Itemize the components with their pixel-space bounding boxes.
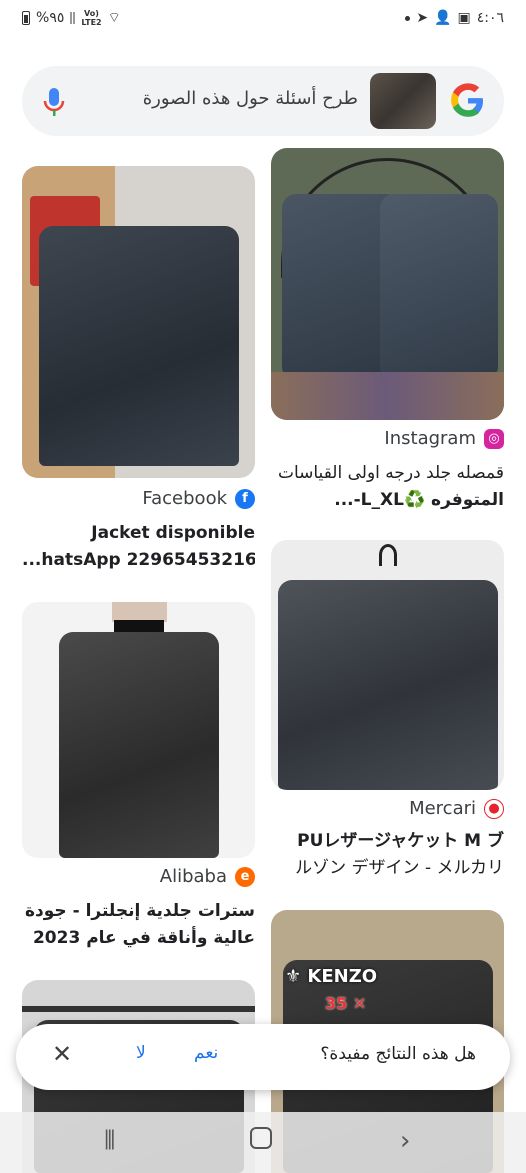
result-image-facebook[interactable] bbox=[22, 166, 255, 478]
add-user-icon: 👤 bbox=[434, 10, 452, 26]
clock: ٤:٠٦ bbox=[476, 10, 504, 26]
result-source-facebook[interactable]: Facebook f bbox=[22, 488, 255, 509]
feedback-yes-button[interactable]: نعم bbox=[194, 1043, 218, 1063]
result-image-mercari[interactable] bbox=[271, 540, 504, 790]
result-source-mercari[interactable]: Mercari ● bbox=[271, 798, 504, 819]
battery-icon bbox=[22, 11, 30, 25]
notification-dot bbox=[405, 15, 411, 21]
mercari-icon: ● bbox=[484, 798, 504, 819]
result-source-alibaba[interactable]: Alibaba e bbox=[22, 866, 255, 887]
jacket-image bbox=[38, 226, 239, 466]
navigation-bar: ⦀ › bbox=[0, 1112, 526, 1173]
close-icon[interactable]: ✕ bbox=[52, 1040, 72, 1068]
home-icon[interactable] bbox=[250, 1126, 272, 1156]
kenzo-label: ⚜ KENZO bbox=[285, 966, 378, 987]
instagram-icon: ◎ bbox=[484, 428, 504, 449]
recent-apps-icon[interactable]: ⦀ bbox=[104, 1126, 115, 1157]
rug bbox=[271, 372, 504, 420]
hanger-rail bbox=[22, 1006, 255, 1012]
network-label: Vo) LTE2 bbox=[81, 9, 102, 27]
search-placeholder[interactable]: طرح أسئلة حول هذه الصورة bbox=[143, 88, 358, 109]
battery-percent: %٩٥ bbox=[36, 10, 65, 26]
mic-icon[interactable] bbox=[42, 86, 66, 118]
result-image-instagram[interactable] bbox=[271, 148, 504, 420]
feedback-no-button[interactable]: لا bbox=[136, 1043, 146, 1063]
search-bar[interactable]: طرح أسئلة حول هذه الصورة bbox=[22, 66, 504, 136]
jacket-image bbox=[58, 632, 219, 858]
facebook-icon: f bbox=[235, 488, 255, 509]
telegram-icon: ➤ bbox=[416, 10, 429, 26]
result-image-alibaba[interactable] bbox=[22, 602, 255, 858]
query-image-thumbnail[interactable] bbox=[370, 73, 436, 129]
jacket-image bbox=[277, 580, 498, 790]
feedback-question: هل هذه النتائج مفيدة؟ bbox=[320, 1044, 476, 1064]
google-logo bbox=[451, 83, 483, 117]
alibaba-icon: e bbox=[235, 866, 255, 887]
back-icon[interactable]: › bbox=[400, 1126, 410, 1156]
gallery-icon: ▣ bbox=[457, 10, 471, 26]
signal-icon bbox=[70, 12, 76, 24]
result-title-mercari[interactable]: PUレザージャケット M ブ ルゾン デザイン - メルカリ bbox=[271, 828, 504, 882]
hanger-hook bbox=[379, 544, 397, 566]
result-title-instagram[interactable]: قمصله جلد درجه اولى القياسات المتوفره ♻️… bbox=[271, 460, 504, 514]
jacket-image bbox=[379, 194, 498, 374]
result-title-facebook[interactable]: Jacket disponible ...hatsApp 22965453216 bbox=[22, 520, 255, 574]
result-source-instagram[interactable]: Instagram ◎ bbox=[271, 428, 504, 449]
wifi-icon: ⌔ bbox=[107, 10, 121, 26]
model-head bbox=[112, 602, 167, 622]
kenzo-price: 35 ✕ bbox=[325, 994, 367, 1013]
feedback-card: هل هذه النتائج مفيدة؟ نعم لا ✕ bbox=[16, 1024, 510, 1090]
result-title-alibaba[interactable]: سترات جلدية إنجلترا - جودة عالية وأناقة … bbox=[22, 898, 255, 952]
status-bar: %٩٥ Vo) LTE2 ⌔ ➤ 👤 ▣ ٤:٠٦ bbox=[0, 0, 526, 36]
